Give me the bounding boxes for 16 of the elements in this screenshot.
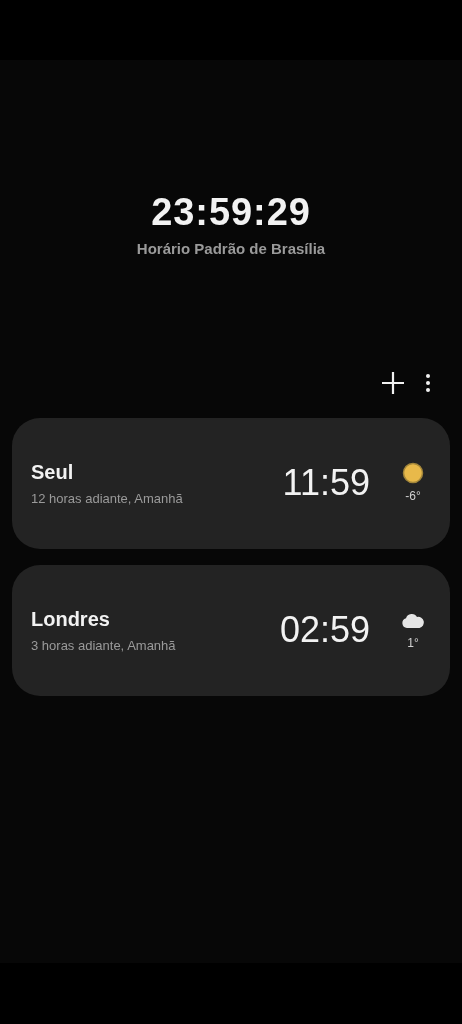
sun-icon — [402, 462, 424, 484]
more-options-icon[interactable] — [424, 371, 432, 394]
city-time: 11:59 — [282, 461, 370, 505]
city-name: Londres — [31, 607, 111, 633]
time-difference: 3 horas adiante, Amanhã — [31, 637, 177, 656]
time-zone: Horário Padrão de Brasília — [136, 239, 326, 259]
city-card[interactable]: Londres 3 horas adiante, Amanhã 02:59 1° — [12, 564, 450, 696]
time-difference: 12 horas adiante, Amanhã — [31, 490, 184, 509]
cloud-icon — [401, 612, 425, 628]
current-time: 23:59:29 — [151, 192, 311, 232]
city-name: Seul — [31, 460, 75, 486]
temperature: -6° — [405, 488, 421, 505]
city-card[interactable]: Seul 12 horas adiante, Amanhã 11:59 -6° — [12, 417, 450, 549]
add-icon[interactable] — [380, 369, 406, 396]
city-time: 02:59 — [279, 608, 370, 652]
temperature: 1° — [407, 635, 419, 652]
